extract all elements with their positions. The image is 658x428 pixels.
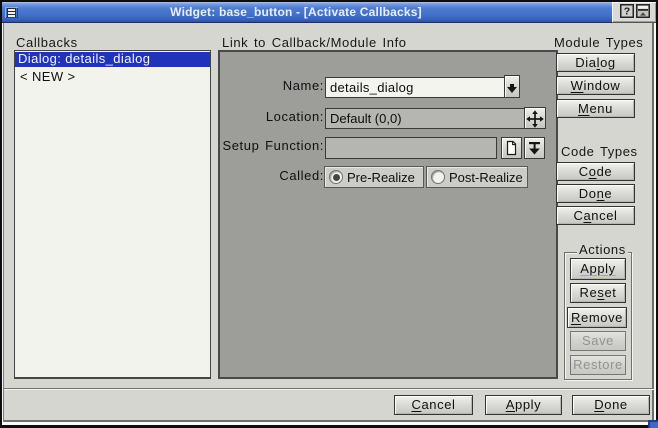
svg-text:?: ? [624,6,630,18]
